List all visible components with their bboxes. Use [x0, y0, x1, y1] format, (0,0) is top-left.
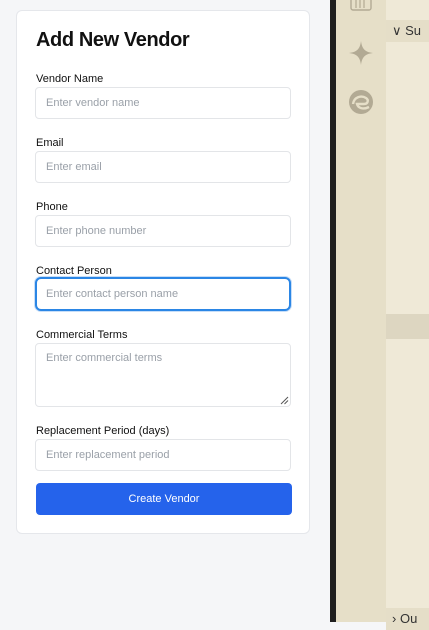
section-title: Su	[405, 23, 422, 38]
resize-grip-icon[interactable]	[279, 395, 289, 405]
create-vendor-button[interactable]: Create Vendor	[36, 483, 292, 515]
edge-browser-icon[interactable]	[348, 89, 374, 115]
email-label: Email	[36, 137, 64, 149]
commercial-terms-label: Commercial Terms	[36, 329, 128, 341]
chevron-right-icon: ›	[392, 611, 397, 626]
phone-label: Phone	[36, 201, 68, 213]
replacement-period-label: Replacement Period (days)	[36, 425, 170, 437]
chevron-down-icon: ∨	[392, 23, 402, 38]
contact-person-input[interactable]	[35, 277, 291, 311]
replacement-period-input[interactable]	[35, 439, 291, 471]
section-header-bottom[interactable]: › Ou	[386, 608, 429, 630]
library-icon[interactable]	[348, 0, 374, 14]
commercial-terms-textarea[interactable]	[35, 343, 291, 407]
add-vendor-form-card: Add New Vendor Vendor Name Email Phone C…	[16, 10, 310, 534]
panel-sash[interactable]	[386, 314, 429, 339]
vendor-name-input[interactable]	[35, 87, 291, 119]
side-panel	[386, 0, 429, 622]
section-header-top[interactable]: ∨ Su	[386, 20, 429, 42]
vendor-name-label: Vendor Name	[36, 73, 104, 85]
email-input[interactable]	[35, 151, 291, 183]
section-title: Ou	[399, 611, 418, 626]
phone-input[interactable]	[35, 215, 291, 247]
sparkle-icon[interactable]	[348, 40, 374, 66]
form-title: Add New Vendor	[36, 29, 190, 51]
contact-person-label: Contact Person	[36, 265, 112, 277]
